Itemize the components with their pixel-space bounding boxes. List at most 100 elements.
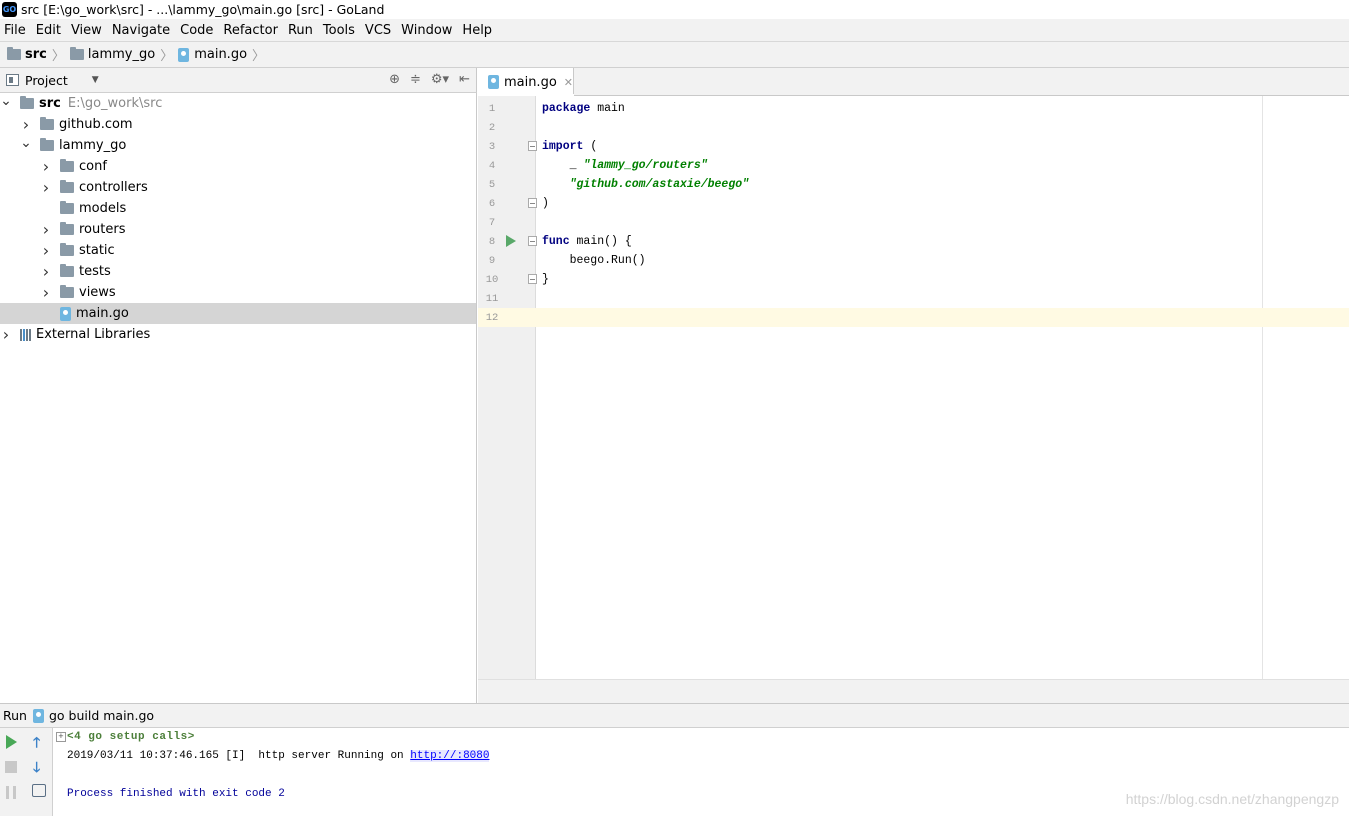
arrow-down-icon[interactable]: 🡓 xyxy=(33,757,40,781)
run-toolbar: 🡑 🡓 xyxy=(0,728,53,816)
code-token: } xyxy=(542,273,549,286)
tree-item-label: src xyxy=(39,96,61,111)
menu-tools[interactable]: Tools xyxy=(319,23,359,38)
collapse-all-icon[interactable]: ≑ xyxy=(410,72,421,87)
chevron-down-icon[interactable]: ⌄ xyxy=(0,93,12,109)
code-line[interactable]: 3 import ( xyxy=(478,137,1349,156)
code-line[interactable]: 12 xyxy=(478,308,1349,327)
tree-item-src[interactable]: ⌄ src E:\go_work\src xyxy=(0,93,476,114)
tree-item-models[interactable]: ›models xyxy=(0,198,476,219)
watermark: https://blog.csdn.net/zhangpengzp xyxy=(1125,791,1339,807)
breadcrumb-lammy-go[interactable]: lammy_go 〉 xyxy=(69,45,178,64)
code-line[interactable]: 11 xyxy=(478,289,1349,308)
code-line[interactable]: 7 xyxy=(478,213,1349,232)
code-line[interactable]: 4 _ "lammy_go/routers" xyxy=(478,156,1349,175)
gutter-marker xyxy=(506,232,537,251)
tree-item-lammy-go[interactable]: ⌄ lammy_go xyxy=(0,135,476,156)
menu-refactor[interactable]: Refactor xyxy=(219,23,282,38)
soft-wrap-icon[interactable] xyxy=(32,784,46,797)
chevron-right-icon[interactable]: › xyxy=(40,157,52,176)
chevron-right-icon[interactable]: › xyxy=(40,241,52,260)
project-tree: ⌄ src E:\go_work\src › github.com ⌄ lammy_go › c… xyxy=(0,93,477,703)
tab-main-go[interactable]: main.go ✕ xyxy=(478,68,574,97)
chevron-right-icon[interactable]: › xyxy=(0,325,12,344)
expand-icon[interactable]: + xyxy=(56,732,66,742)
gutter-marker xyxy=(506,118,536,137)
chevron-right-icon[interactable]: › xyxy=(20,115,32,134)
breadcrumb-label: src xyxy=(25,47,47,62)
gear-icon[interactable]: ⚙▾ xyxy=(431,72,449,87)
code-text: beego.Run() xyxy=(536,254,646,267)
fold-icon[interactable] xyxy=(528,274,537,284)
code-text: "github.com/astaxie/beego" xyxy=(536,178,749,191)
chevron-right-icon: 〉 xyxy=(51,49,65,64)
tree-item-static[interactable]: › static xyxy=(0,240,476,261)
hide-panel-icon[interactable]: ⇤ xyxy=(459,72,470,87)
breadcrumb-src[interactable]: src 〉 xyxy=(7,45,70,64)
run-panel-header: Run go build main.go xyxy=(0,703,1349,728)
tab-label: main.go xyxy=(503,74,557,90)
caret-down-icon[interactable]: ▼ xyxy=(92,75,99,85)
fold-icon[interactable] xyxy=(528,236,537,246)
tree-item-label: tests xyxy=(79,264,111,279)
menu-file[interactable]: File xyxy=(0,23,30,38)
tree-item-tests[interactable]: › tests xyxy=(0,261,476,282)
code-token: ) xyxy=(542,197,549,210)
fold-icon[interactable] xyxy=(528,198,537,208)
folder-icon xyxy=(60,222,74,235)
breadcrumb-main-go[interactable]: main.go 〉 xyxy=(178,45,270,64)
code-line[interactable]: 9 beego.Run() xyxy=(478,251,1349,270)
stop-icon[interactable] xyxy=(5,761,17,773)
menu-vcs[interactable]: VCS xyxy=(361,23,395,38)
setup-calls-fold[interactable]: <4 go setup calls> xyxy=(67,731,195,743)
code-line[interactable]: 5 "github.com/astaxie/beego" xyxy=(478,175,1349,194)
tree-item-label: lammy_go xyxy=(59,138,127,153)
code-editor[interactable]: 1 package main 2 3 import (4 _ "lammy_go/rou… xyxy=(478,96,1349,679)
chevron-right-icon[interactable]: › xyxy=(40,178,52,197)
run-gutter-icon[interactable] xyxy=(506,235,516,247)
menu-window[interactable]: Window xyxy=(397,23,456,38)
arrow-up-icon[interactable]: 🡑 xyxy=(33,732,40,756)
tree-item-controllers[interactable]: › controllers xyxy=(0,177,476,198)
locate-icon[interactable]: ⊕ xyxy=(389,72,400,87)
run-config-tab[interactable]: go build main.go xyxy=(49,708,154,723)
pause-icon[interactable] xyxy=(6,786,16,799)
go-file-icon xyxy=(178,47,190,62)
code-line[interactable]: 2 xyxy=(478,118,1349,137)
chevron-right-icon[interactable]: › xyxy=(40,283,52,302)
close-icon[interactable]: ✕ xyxy=(564,76,573,89)
project-view-selector[interactable]: Project xyxy=(25,73,68,88)
rerun-icon[interactable] xyxy=(6,735,17,749)
fold-icon[interactable] xyxy=(528,141,537,151)
menu-help[interactable]: Help xyxy=(458,23,496,38)
gutter-marker xyxy=(506,213,536,232)
chevron-right-icon: 〉 xyxy=(160,49,174,64)
tree-item-github-com[interactable]: › github.com xyxy=(0,114,476,135)
menu-code[interactable]: Code xyxy=(176,23,217,38)
code-line[interactable]: 6) xyxy=(478,194,1349,213)
code-line[interactable]: 8 func main() { xyxy=(478,232,1349,251)
menu-view[interactable]: View xyxy=(67,23,106,38)
menu-bar: File Edit View Navigate Code Refactor Ru… xyxy=(0,19,1349,41)
chevron-right-icon[interactable]: › xyxy=(40,262,52,281)
code-line[interactable]: 1 package main xyxy=(478,99,1349,118)
line-number: 1 xyxy=(488,102,496,115)
folder-icon xyxy=(60,243,74,256)
code-line[interactable]: 10} xyxy=(478,270,1349,289)
chevron-down-icon[interactable]: ⌄ xyxy=(20,135,32,151)
menu-edit[interactable]: Edit xyxy=(32,23,65,38)
server-link[interactable]: http://:8080 xyxy=(410,750,490,762)
code-token: main() { xyxy=(569,235,632,248)
line-number: 9 xyxy=(488,254,496,267)
string-token: "github.com/astaxie/beego" xyxy=(569,178,750,191)
code-text: } xyxy=(536,273,549,286)
tree-item-conf[interactable]: › conf xyxy=(0,156,476,177)
menu-navigate[interactable]: Navigate xyxy=(108,23,174,38)
tree-item-routers[interactable]: › routers xyxy=(0,219,476,240)
chevron-right-icon[interactable]: › xyxy=(40,220,52,239)
menu-run[interactable]: Run xyxy=(284,23,317,38)
tree-item-views[interactable]: › views xyxy=(0,282,476,303)
tree-item-external-libraries[interactable]: › External Libraries xyxy=(0,324,476,345)
tree-item-main-go[interactable]: ›main.go xyxy=(0,303,476,324)
